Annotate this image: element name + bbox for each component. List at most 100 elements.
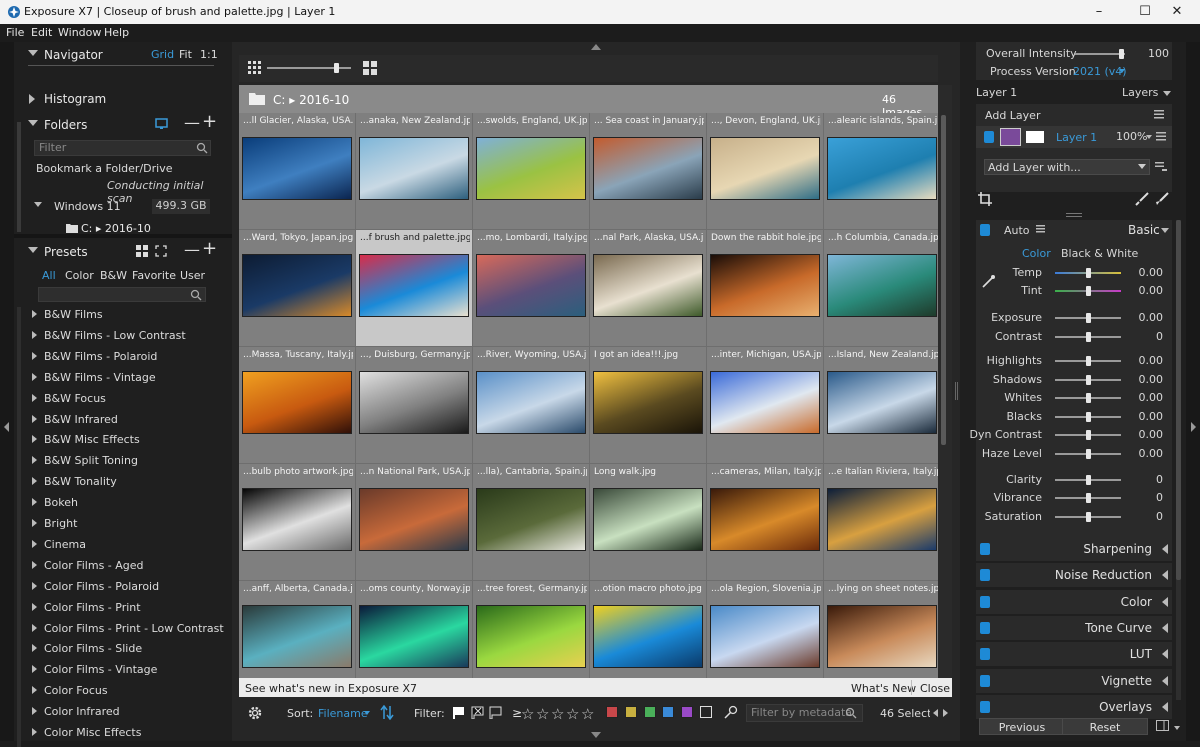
thumbnail-image[interactable] (593, 371, 703, 434)
panel-toggle[interactable] (980, 621, 990, 634)
thumbnail-image[interactable] (476, 137, 586, 200)
folders-header[interactable]: Folders — + (14, 111, 232, 138)
current-path[interactable]: C: ▸ 2016-10 (273, 93, 349, 107)
thumbnail-cell[interactable]: Long walk.jpg (590, 464, 707, 581)
layer-mask[interactable] (1026, 131, 1044, 143)
thumbnail-image[interactable] (476, 371, 586, 434)
preset-item[interactable]: Bright (32, 517, 77, 530)
right-scrollbar-thumb[interactable] (1176, 220, 1181, 580)
thumbnail-image[interactable] (593, 254, 703, 317)
thumbnail-image[interactable] (242, 605, 352, 668)
thumbnail-size-knob[interactable] (334, 63, 340, 73)
menu-file[interactable]: File (6, 26, 24, 39)
panel-sharpening[interactable]: Sharpening (976, 537, 1172, 561)
slider-value[interactable]: 0 (1156, 330, 1163, 343)
sort-direction-icon[interactable] (380, 705, 394, 720)
thumbnail-image[interactable] (710, 605, 820, 668)
menu-icon[interactable] (1156, 132, 1166, 141)
panel-toggle[interactable] (980, 543, 990, 555)
presets-header[interactable]: Presets — + (14, 238, 232, 265)
chevron-down-icon[interactable] (1161, 228, 1169, 233)
thumbnail-cell[interactable]: ...e Italian Riviera, Italy.jpg (824, 464, 938, 581)
preset-item[interactable]: B&W Tonality (32, 475, 117, 488)
chevron-left-icon[interactable] (1162, 649, 1168, 660)
chevron-down-icon[interactable] (1146, 135, 1152, 139)
chevron-left-icon[interactable] (1162, 570, 1168, 581)
thumbnail-image[interactable] (359, 137, 469, 200)
collapse-right-icon[interactable] (1191, 422, 1196, 432)
monitor-icon[interactable] (155, 118, 169, 130)
thumbnail-image[interactable] (827, 371, 937, 434)
left-collapse-strip[interactable] (0, 42, 14, 741)
thumbnail-cell[interactable]: ...nal Park, Alaska, USA.jpg (590, 230, 707, 347)
layer-thumbnail[interactable] (1000, 128, 1021, 146)
preset-search-input[interactable] (38, 287, 206, 302)
thumbnail-image[interactable] (827, 605, 937, 668)
thumbnail-image[interactable] (359, 605, 469, 668)
thumbnail-cell[interactable]: ...Island, New Zealand.jpg (824, 347, 938, 464)
thumbnail-cell[interactable]: Down the rabbit hole.jpg (707, 230, 824, 347)
panel-lut[interactable]: LUT (976, 642, 1172, 667)
gear-icon[interactable] (247, 705, 263, 721)
menu-icon[interactable] (1036, 225, 1045, 233)
thumbnail-cell[interactable]: ...lying on sheet notes.jpg (824, 581, 938, 678)
preset-item[interactable]: B&W Films (32, 308, 103, 321)
star-4-icon[interactable]: ☆ (566, 705, 579, 723)
preset-tab-user[interactable]: User (180, 269, 205, 282)
slider-knob[interactable] (1086, 412, 1091, 422)
star-5-icon[interactable]: ☆ (581, 705, 594, 723)
preset-item[interactable]: Color Focus (32, 684, 108, 697)
slider-value[interactable]: 0.00 (1139, 266, 1164, 279)
thumbnail-cell[interactable]: ...n National Park, USA.jpg (356, 464, 473, 581)
sort-dropdown[interactable]: Filename (318, 707, 368, 720)
thumbnail-image[interactable] (593, 137, 703, 200)
color-label-yellow[interactable] (625, 706, 637, 718)
reset-button[interactable]: Reset (1062, 718, 1148, 735)
thumbnail-cell[interactable]: ...mo, Lombardi, Italy.jpg (473, 230, 590, 347)
panel-toggle[interactable] (980, 569, 990, 582)
color-tab[interactable]: Color (1022, 247, 1051, 260)
preset-item[interactable]: Bokeh (32, 496, 78, 509)
grid-scrollbar-thumb[interactable] (941, 115, 946, 445)
chevron-left-icon[interactable] (1162, 675, 1168, 686)
navigator-grid[interactable]: Grid (151, 48, 174, 61)
auto-button[interactable]: Auto (1004, 224, 1030, 237)
thumbnail-cell[interactable]: ...lla), Cantabria, Spain.jpg (473, 464, 590, 581)
panel-tone-curve[interactable]: Tone Curve (976, 615, 1172, 640)
right-scrollbar[interactable] (1176, 220, 1181, 700)
thumbnail-cell[interactable]: ...swolds, England, UK.jpg (473, 113, 590, 230)
collapse-bottom-icon[interactable] (591, 732, 601, 738)
preset-tab-all[interactable]: All (42, 269, 56, 282)
basic-panel-title[interactable]: Basic (1128, 223, 1160, 237)
thumbnail-cell[interactable]: ...alearic islands, Spain.jpg (824, 113, 938, 230)
preset-item[interactable]: B&W Focus (32, 392, 106, 405)
slider-value[interactable]: 0.00 (1139, 311, 1164, 324)
gradient-brush-icon[interactable] (1155, 192, 1169, 206)
panel-toggle[interactable] (980, 674, 990, 687)
presets-scrollbar[interactable] (17, 307, 21, 747)
add-preset-icon[interactable]: + (202, 238, 217, 259)
slider-knob[interactable] (1086, 475, 1091, 485)
star-2-icon[interactable]: ☆ (536, 705, 549, 723)
previous-button[interactable]: Previous (979, 718, 1065, 735)
remove-preset-icon[interactable]: — (184, 240, 200, 259)
thumbnail-image[interactable] (476, 254, 586, 317)
thumbnail-image[interactable] (710, 137, 820, 200)
slider-value[interactable]: 0.00 (1139, 354, 1164, 367)
slider-value[interactable]: 0 (1156, 491, 1163, 504)
drive-expand-icon[interactable] (34, 202, 42, 207)
slider-value[interactable]: 0.00 (1139, 391, 1164, 404)
slider-knob[interactable] (1086, 375, 1091, 385)
drive-name[interactable]: Windows 11 (54, 200, 121, 213)
slider-knob[interactable] (1086, 313, 1091, 323)
color-label-red[interactable] (606, 706, 618, 718)
remove-folder-icon[interactable]: — (184, 113, 200, 132)
folder-filter-input[interactable]: Filter (34, 140, 211, 156)
thumbnail-cell[interactable]: ...ll Glacier, Alaska, USA.jpg (239, 113, 356, 230)
thumbnail-image[interactable] (242, 137, 352, 200)
slider-knob[interactable] (1086, 286, 1091, 296)
star-1-icon[interactable]: ☆ (521, 705, 534, 723)
preset-item[interactable]: Color Films - Aged (32, 559, 144, 572)
chevron-down-icon[interactable] (1119, 69, 1125, 73)
crop-icon[interactable] (978, 192, 992, 206)
